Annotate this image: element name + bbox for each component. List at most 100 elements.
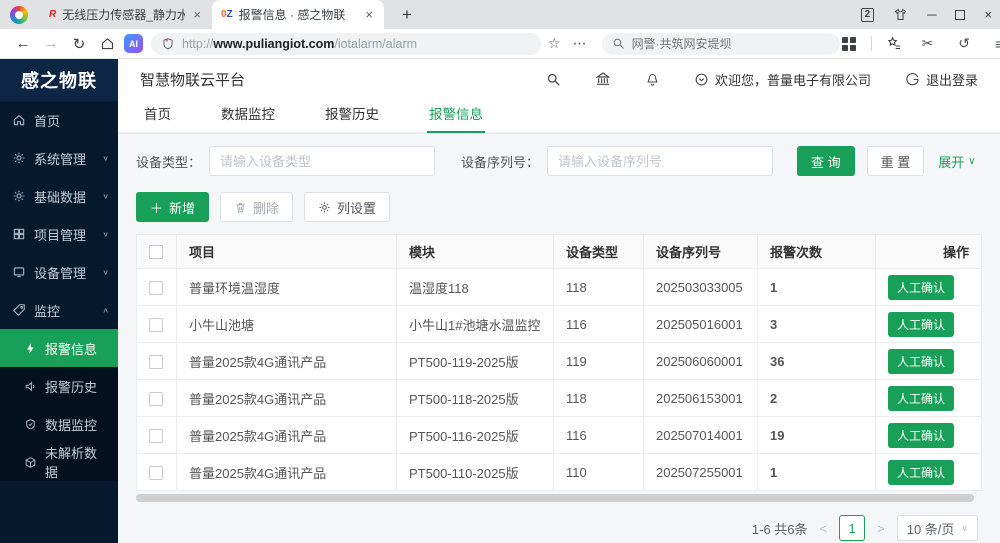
- tab-alarm-history[interactable]: 报警历史: [323, 103, 381, 133]
- app-logo: 感之物联: [0, 59, 118, 101]
- search-button[interactable]: 查 询: [797, 146, 855, 176]
- tab-data-monitor[interactable]: 数据监控: [219, 103, 277, 133]
- device-type-label: 设备类型：: [136, 152, 201, 171]
- table-row: 普量2025款4G通讯产品 PT500-119-2025版 119 202506…: [137, 343, 982, 380]
- delete-button[interactable]: 删除: [220, 192, 293, 222]
- sidebar-subitem-alarm-history[interactable]: 报警历史: [0, 367, 118, 405]
- cell-serial: 202506060001: [644, 343, 758, 380]
- ai-assistant-icon[interactable]: AI: [124, 34, 143, 53]
- tab-favicon: R: [49, 9, 56, 20]
- theme-shirt-icon[interactable]: [893, 7, 908, 22]
- gear-icon: [318, 201, 331, 214]
- cell-module: PT500-119-2025版: [397, 343, 554, 380]
- row-checkbox[interactable]: [149, 466, 163, 480]
- bookmark-star-icon[interactable]: ☆: [543, 35, 566, 52]
- sidebar-item-device-mgmt[interactable]: 设备管理 ∨: [0, 253, 118, 291]
- sidebar-subitem-data-monitor[interactable]: 数据监控: [0, 405, 118, 443]
- prev-page-icon[interactable]: <: [818, 521, 830, 536]
- minimize-button[interactable]: ─: [927, 7, 936, 22]
- cell-alarm-count: 19: [758, 417, 876, 454]
- browser-tab-alarm-active[interactable]: 0Z 报警信息 · 感之物联 ×: [212, 0, 384, 29]
- manual-confirm-button[interactable]: 人工确认: [888, 386, 954, 411]
- portal-building-icon[interactable]: [595, 71, 611, 87]
- bell-icon[interactable]: [645, 72, 660, 87]
- logout-button[interactable]: 退出登录: [905, 70, 978, 89]
- close-window-button[interactable]: ×: [984, 7, 992, 22]
- cell-device-type: 110: [554, 454, 644, 491]
- device-type-input[interactable]: [209, 146, 435, 176]
- sidebar-item-base-data[interactable]: 基础数据 ∨: [0, 177, 118, 215]
- new-tab-button[interactable]: +: [396, 5, 418, 25]
- tab-favicon: 0Z: [221, 9, 233, 20]
- row-checkbox[interactable]: [149, 355, 163, 369]
- manual-confirm-button[interactable]: 人工确认: [888, 460, 954, 485]
- forward-icon[interactable]: →: [38, 35, 64, 52]
- col-actions: 操作: [876, 235, 982, 269]
- shield-warning-icon[interactable]: [161, 37, 175, 51]
- sidebar-subitem-unparsed-data[interactable]: 未解析数据: [0, 443, 118, 481]
- manual-confirm-button[interactable]: 人工确认: [888, 312, 954, 337]
- row-checkbox[interactable]: [149, 318, 163, 332]
- cell-project: 普量环境温湿度: [177, 269, 397, 306]
- cell-alarm-count: 2: [758, 380, 876, 417]
- page-size-select[interactable]: 10 条/页 ∨: [897, 515, 978, 541]
- back-icon[interactable]: ←: [10, 35, 36, 52]
- sidebar: 感之物联 首页 系统管理 ∨ 基础数据 ∨ 项目管理 ∨: [0, 59, 118, 543]
- row-checkbox[interactable]: [149, 392, 163, 406]
- tab-count-badge[interactable]: 2: [861, 8, 875, 22]
- horizontal-scrollbar: [136, 494, 982, 502]
- apps-grid-icon[interactable]: [842, 37, 856, 51]
- row-checkbox[interactable]: [149, 281, 163, 295]
- sidebar-item-home[interactable]: 首页: [0, 101, 118, 139]
- restore-history-icon[interactable]: ↺: [953, 35, 975, 52]
- chevron-up-icon: ∧: [102, 306, 109, 315]
- account-menu[interactable]: 欢迎您，普量电子有限公司: [694, 70, 871, 89]
- menu-icon[interactable]: ≡: [990, 36, 1000, 52]
- row-checkbox[interactable]: [149, 429, 163, 443]
- tab-title: 报警信息 · 感之物联: [239, 6, 358, 23]
- browser-logo-icon[interactable]: [10, 6, 28, 24]
- tab-home[interactable]: 首页: [142, 103, 173, 133]
- browser-tab-sensor[interactable]: R 无线压力传感器_静力水准仪_ ×: [40, 0, 212, 29]
- tab-close-icon[interactable]: ×: [363, 7, 375, 22]
- url-text[interactable]: http://www.puliangiot.com/iotalarm/alarm: [182, 37, 417, 51]
- header-search-icon[interactable]: [546, 72, 561, 87]
- favorites-list-icon[interactable]: [887, 36, 902, 51]
- sidebar-subitem-alarm-info[interactable]: 报警信息: [0, 329, 118, 367]
- cell-serial: 202505016001: [644, 306, 758, 343]
- column-settings-button[interactable]: 列设置: [304, 192, 390, 222]
- page-title: 智慧物联云平台: [140, 69, 245, 90]
- add-button[interactable]: ＋ 新增: [136, 192, 209, 222]
- browser-tab-strip: R 无线压力传感器_静力水准仪_ × 0Z 报警信息 · 感之物联 × + 2 …: [0, 0, 1000, 29]
- cell-alarm-count: 1: [758, 454, 876, 491]
- sidebar-item-project-mgmt[interactable]: 项目管理 ∨: [0, 215, 118, 253]
- page-number[interactable]: 1: [839, 515, 865, 541]
- next-page-icon[interactable]: >: [875, 521, 887, 536]
- browser-search-box[interactable]: 网警·共筑网安堤坝: [602, 33, 840, 55]
- serial-input[interactable]: [547, 146, 773, 176]
- account-circle-icon: [694, 72, 709, 87]
- refresh-icon[interactable]: ↻: [66, 35, 92, 53]
- tab-alarm-info[interactable]: 报警信息: [427, 103, 485, 133]
- sidebar-item-monitor[interactable]: 监控 ∧: [0, 291, 118, 329]
- address-bar[interactable]: http://www.puliangiot.com/iotalarm/alarm: [151, 33, 541, 55]
- manual-confirm-button[interactable]: 人工确认: [888, 423, 954, 448]
- sidebar-item-system-mgmt[interactable]: 系统管理 ∨: [0, 139, 118, 177]
- tab-title: 无线压力传感器_静力水准仪_: [62, 6, 185, 23]
- cell-project: 普量2025款4G通讯产品: [177, 380, 397, 417]
- manual-confirm-button[interactable]: 人工确认: [888, 349, 954, 374]
- chevron-down-icon: ∨: [102, 154, 109, 163]
- screenshot-scissors-icon[interactable]: ✂: [917, 35, 939, 52]
- cell-project: 小牛山池塘: [177, 306, 397, 343]
- tab-close-icon[interactable]: ×: [191, 7, 203, 22]
- table-toolbar: ＋ 新增 删除 列设置: [136, 192, 982, 222]
- manual-confirm-button[interactable]: 人工确认: [888, 275, 954, 300]
- cell-serial: 202503033005: [644, 269, 758, 306]
- reset-button[interactable]: 重 置: [867, 146, 925, 176]
- scrollbar-thumb[interactable]: [136, 494, 974, 502]
- more-options-icon[interactable]: ⋯: [568, 35, 592, 52]
- select-all-checkbox[interactable]: [149, 245, 163, 259]
- browser-home-icon[interactable]: [94, 36, 120, 51]
- expand-link[interactable]: 展开 ∨: [938, 152, 975, 171]
- maximize-button[interactable]: [955, 10, 965, 20]
